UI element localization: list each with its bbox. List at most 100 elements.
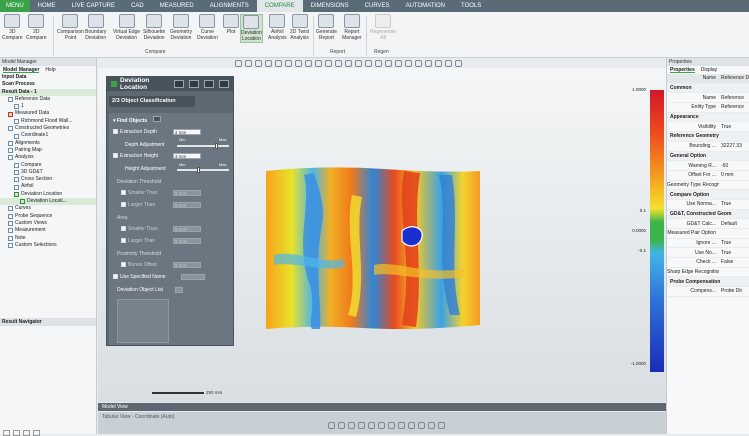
property-value[interactable]: True [719, 124, 749, 130]
tree-item[interactable]: 3D GD&T [0, 169, 96, 176]
property-row[interactable]: Measured Pair Option [667, 229, 749, 239]
property-value[interactable]: 32227.33 [719, 143, 749, 149]
area-smaller-than-checkbox[interactable] [121, 226, 126, 232]
property-row[interactable]: Entity Type Reference [667, 103, 749, 113]
property-row[interactable]: GD&T Calc... Default [667, 219, 749, 229]
property-category[interactable]: Appearance [667, 112, 749, 123]
bonus-offset-field[interactable]: 0 mm [173, 262, 201, 268]
tree-item[interactable]: Measurement [0, 227, 96, 234]
ribbon-tab-live-capture[interactable]: LIVE CAPTURE [64, 0, 123, 12]
tree-item[interactable]: Input Data [0, 74, 96, 81]
property-value[interactable]: True [719, 250, 749, 256]
tool-icon-9[interactable] [408, 422, 415, 429]
property-value[interactable]: -50 [719, 163, 749, 169]
property-row[interactable]: Geometry Type Recognition [667, 181, 749, 191]
nav-last-icon[interactable] [33, 430, 40, 436]
silhouette-deviation-button[interactable]: Silhouette Deviation [143, 14, 165, 41]
property-row[interactable]: Name Reference [667, 93, 749, 104]
measure-icon[interactable] [335, 59, 342, 67]
boundary-deviation-button[interactable]: Boundary Deviation [85, 14, 106, 41]
smaller-than-checkbox[interactable] [121, 190, 126, 196]
ribbon-tab-home[interactable]: HOME [30, 0, 64, 12]
tool-icon-2[interactable] [338, 422, 345, 429]
tree-item[interactable]: Measured Data [0, 110, 96, 117]
extraction-depth-checkbox[interactable] [113, 129, 118, 135]
airfoil-analysis-button[interactable]: Airfoil Analysis [268, 14, 287, 41]
back-icon[interactable] [189, 80, 199, 88]
tree-item[interactable]: Scan Process [0, 81, 96, 88]
nav-first-icon[interactable] [3, 430, 10, 436]
property-row[interactable]: Check ... False [667, 258, 749, 268]
property-row[interactable]: Compens... Probe Dir [667, 287, 749, 297]
tool-icon-11[interactable] [428, 422, 435, 429]
cancel-icon[interactable] [219, 80, 229, 88]
tab-properties[interactable]: Properties [670, 67, 695, 73]
ribbon-tab-automation[interactable]: AUTOMATION [398, 0, 453, 12]
property-value[interactable]: Probe Dir [719, 288, 749, 294]
property-value[interactable]: Reference [719, 104, 749, 110]
tree-item[interactable]: Alignments [0, 140, 96, 147]
property-row[interactable]: Sharp Edge Recognition [667, 268, 749, 278]
tree-item[interactable]: Note [0, 235, 96, 242]
tabular-view-label[interactable]: Tabular View - Coordinate (Auto) [102, 414, 174, 420]
deviation-location-button[interactable]: Deviation Location [240, 14, 263, 43]
height-adjustment-slider[interactable] [177, 167, 229, 173]
ribbon-tab-menu[interactable]: MENU [0, 0, 30, 12]
curve-deviation-button[interactable]: Curve Deviation [197, 14, 218, 41]
area-larger-than-field[interactable]: 0 mm² [173, 238, 201, 244]
ribbon-tab-alignments[interactable]: ALIGNMENTS [202, 0, 257, 12]
light-icon[interactable] [395, 59, 402, 67]
property-value[interactable]: True [719, 201, 749, 207]
ok-icon[interactable] [174, 80, 184, 88]
tab-help[interactable]: Help [45, 67, 55, 73]
cube-icon[interactable] [375, 59, 382, 67]
generate-report-button[interactable]: Generate Report [316, 14, 337, 41]
height-slider-knob[interactable] [197, 167, 200, 173]
tree-item[interactable]: Deviation Location [0, 191, 96, 198]
ribbon-tab-dimensions[interactable]: DIMENSIONS [303, 0, 357, 12]
compare-3d-button[interactable]: 3D Compare [2, 14, 23, 41]
grid-icon[interactable] [315, 59, 322, 67]
larger-than-field[interactable]: 0 mm [173, 202, 201, 208]
area-smaller-than-field[interactable]: 0 mm² [173, 226, 201, 232]
property-value[interactable]: Reference [719, 95, 749, 101]
tool-icon-5[interactable] [368, 422, 375, 429]
fit-icon[interactable] [275, 59, 282, 67]
tool-icon-7[interactable] [388, 422, 395, 429]
tool-icon-10[interactable] [418, 422, 425, 429]
tree-item[interactable]: Constructed Geometries [0, 125, 96, 132]
layout-icon[interactable] [325, 59, 332, 67]
virtual-edge-deviation-button[interactable]: Virtual Edge Deviation [113, 14, 140, 41]
tree-item[interactable]: Result Data - 1 [0, 88, 96, 96]
rotate-icon[interactable] [295, 59, 302, 67]
plane-icon[interactable] [355, 59, 362, 67]
property-row[interactable]: Warning R... -50 [667, 161, 749, 171]
tree-item[interactable]: Coordinate1 [0, 132, 96, 139]
tool-icon-3[interactable] [348, 422, 355, 429]
extraction-height-field[interactable]: 3 mm [173, 153, 201, 159]
compare-2d-button[interactable]: 2D Compare [26, 14, 47, 41]
deviation-color-map[interactable] [264, 165, 482, 333]
tree-item[interactable]: 1 [0, 103, 96, 110]
axis-icon[interactable] [415, 59, 422, 67]
tree-item[interactable]: Richmond Flood Wall... [0, 118, 96, 125]
shade-icon[interactable] [385, 59, 392, 67]
ribbon-tab-curves[interactable]: CURVES [357, 0, 398, 12]
point-icon[interactable] [345, 59, 352, 67]
deviation-object-list[interactable] [117, 299, 169, 343]
pan-icon[interactable] [305, 59, 312, 67]
model-view-label[interactable]: Model View [102, 404, 128, 410]
view-icon[interactable] [265, 59, 272, 67]
search-icon[interactable] [152, 116, 161, 122]
property-category[interactable]: Common [667, 83, 749, 94]
next-icon[interactable] [204, 80, 214, 88]
settings-icon[interactable] [455, 59, 462, 67]
property-row[interactable]: Use Norma... True [667, 200, 749, 210]
tree-item[interactable]: Custom Selections [0, 242, 96, 249]
property-value[interactable]: 0 mm [719, 172, 749, 178]
tree-item[interactable]: Probe Sequence [0, 213, 96, 220]
color-icon[interactable] [405, 59, 412, 67]
property-value[interactable]: False [719, 259, 749, 265]
comparison-point-button[interactable]: Comparison Point [57, 14, 84, 41]
report-manager-button[interactable]: Report Manager [342, 14, 362, 41]
